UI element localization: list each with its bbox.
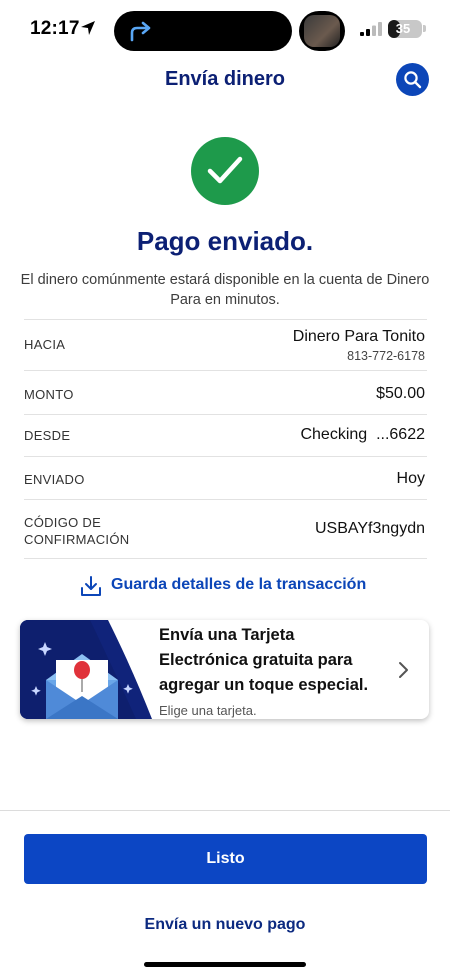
promo-line: agregar un toque especial.	[159, 676, 369, 694]
avatar	[304, 15, 340, 47]
detail-row-confirmation: CÓDIGO DE CONFIRMACIÓN USBAYf3ngydn	[24, 499, 427, 559]
recipient-name: Dinero Para Tonito	[292, 328, 425, 345]
save-details-label: Guarda detalles de la transacción	[111, 576, 367, 593]
done-button[interactable]: Listo	[24, 834, 427, 884]
home-indicator[interactable]	[144, 962, 306, 967]
detail-row-amount: MONTO $50.00	[24, 370, 427, 414]
search-button[interactable]	[396, 63, 429, 96]
detail-label: MONTO	[24, 387, 74, 402]
promo-subtext: Elige una tarjeta.	[159, 703, 257, 718]
sent-value: Hoy	[396, 470, 425, 487]
account-name: Checking	[300, 426, 368, 443]
forward-arrow-icon	[130, 21, 151, 42]
detail-row-to: HACIA Dinero Para Tonito 813-772-6178	[24, 319, 427, 370]
confirmation-code: USBAYf3ngydn	[315, 520, 425, 537]
checkmark-icon	[207, 156, 243, 184]
download-icon	[81, 576, 101, 596]
island-avatar[interactable]	[299, 11, 345, 51]
ecard-promo-card[interactable]: Envía una Tarjeta Electrónica gratuita p…	[20, 620, 429, 719]
detail-label: CÓDIGO DE CONFIRMACIÓN	[24, 514, 129, 548]
battery-level: 35	[395, 21, 411, 36]
detail-row-from: DESDE Checking ...6622	[24, 414, 427, 456]
divider	[0, 810, 450, 811]
envelope-balloon-icon	[20, 620, 152, 719]
new-payment-link[interactable]: Envía un nuevo pago	[0, 916, 450, 934]
page-title: Envía dinero	[164, 68, 286, 90]
from-account: Checking ...6622	[300, 426, 425, 444]
detail-label: HACIA	[24, 337, 66, 352]
promo-line: Electrónica gratuita para	[159, 651, 353, 669]
promo-line: Envía una Tarjeta	[159, 626, 295, 644]
success-badge	[191, 137, 259, 205]
recipient-phone: 813-772-6178	[347, 349, 425, 363]
battery-indicator: 35	[388, 20, 422, 38]
detail-row-sent: ENVIADO Hoy	[24, 456, 427, 499]
search-icon	[404, 71, 422, 89]
status-bar: 12:17 35	[0, 0, 450, 60]
account-mask: ...6622	[376, 426, 425, 443]
detail-label-line: CONFIRMACIÓN	[24, 532, 130, 547]
detail-label: DESDE	[24, 428, 71, 443]
chevron-right-icon	[399, 662, 408, 678]
status-time: 12:17	[30, 18, 80, 39]
amount-value: $50.00	[376, 385, 425, 402]
detail-label: ENVIADO	[24, 472, 85, 487]
success-title: Pago enviado.	[136, 226, 314, 256]
detail-label-line: CÓDIGO DE	[24, 515, 102, 530]
battery-nub	[423, 25, 426, 32]
success-subtitle: El dinero comúnmente estará disponible e…	[20, 272, 430, 308]
dynamic-island[interactable]	[114, 11, 292, 51]
location-arrow-icon	[81, 21, 95, 35]
promo-headline: Envía una Tarjeta Electrónica gratuita p…	[159, 623, 389, 698]
signal-icon	[360, 22, 382, 36]
